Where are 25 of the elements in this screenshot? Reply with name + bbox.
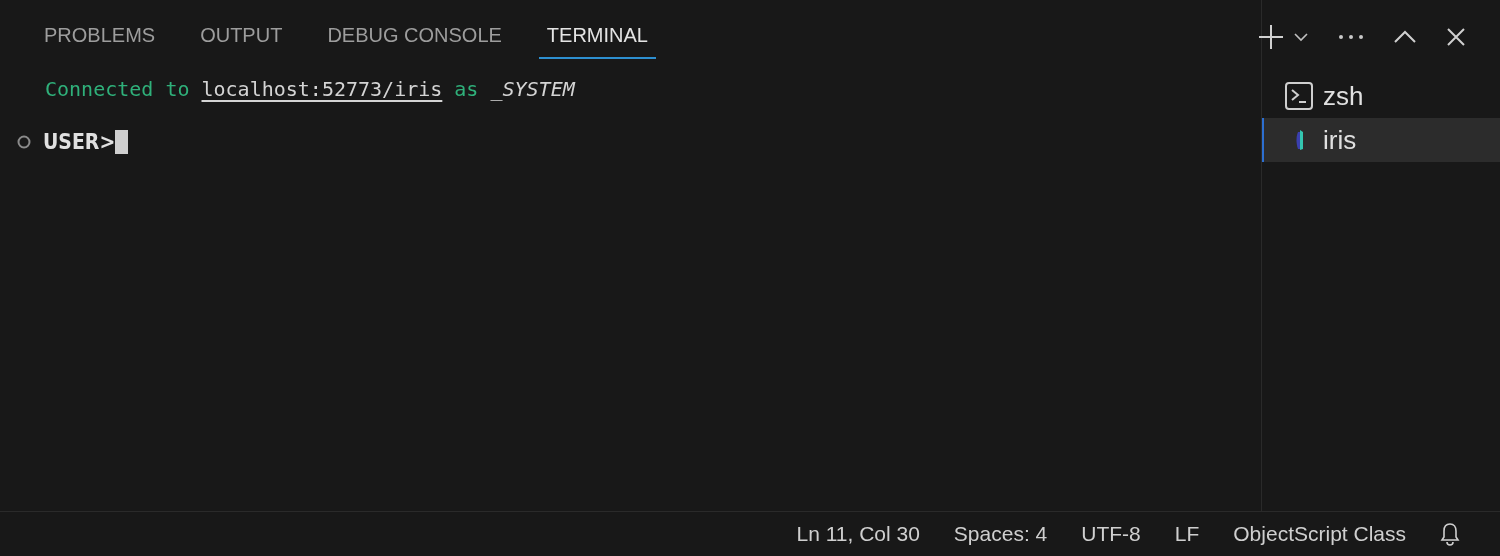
chevron-down-icon[interactable] <box>1294 32 1308 42</box>
terminal-prompt: USER> <box>43 130 116 154</box>
panel-tab[interactable]: TERMINAL <box>538 18 656 59</box>
panel-tab[interactable]: PROBLEMS <box>36 18 164 59</box>
terminal-text: as <box>454 77 479 101</box>
terminal-list-item[interactable]: zsh <box>1262 74 1500 118</box>
command-status-icon <box>17 135 31 149</box>
terminal-link[interactable]: localhost:52773/iris <box>201 77 443 101</box>
status-item[interactable]: Spaces: 4 <box>953 522 1048 546</box>
terminal-list-item[interactable]: iris <box>1262 118 1500 162</box>
status-item[interactable]: LF <box>1174 522 1200 546</box>
status-item[interactable]: Ln 11, Col 30 <box>796 522 920 546</box>
status-item[interactable]: UTF-8 <box>1081 522 1141 546</box>
panel-tab[interactable]: OUTPUT <box>192 18 291 59</box>
terminal-text: _SYSTEM <box>490 77 575 101</box>
terminal-icon <box>1285 82 1313 110</box>
status-item[interactable]: ObjectScript Class <box>1233 522 1406 546</box>
text-cursor <box>115 130 129 154</box>
panel-tab[interactable]: DEBUG CONSOLE <box>319 18 510 59</box>
chevron-up-icon[interactable] <box>1394 30 1416 44</box>
bell-icon[interactable] <box>1440 522 1460 546</box>
more-icon[interactable] <box>1338 34 1364 40</box>
terminal-text: Connected to <box>45 77 190 101</box>
add-icon[interactable] <box>1258 24 1284 50</box>
close-icon[interactable] <box>1446 27 1466 47</box>
